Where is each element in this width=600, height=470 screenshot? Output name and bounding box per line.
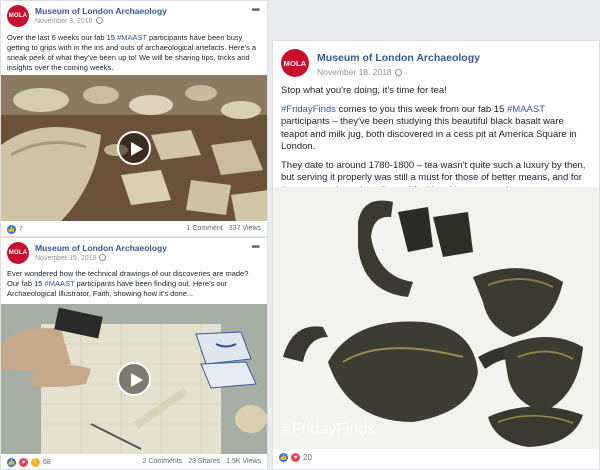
hashtag-link[interactable]: #MAAST	[117, 33, 147, 42]
post-date[interactable]: November 3, 2018	[35, 17, 103, 25]
post-footer: 👍 ♥ ! 68 2 Comments 23 Shares 1.5K Views	[7, 458, 261, 469]
reactions-count[interactable]: 7	[19, 226, 23, 233]
post-footer: 👍 7 1 Comment 337 Views	[7, 225, 261, 236]
basalt-teapot-sherds-image	[273, 187, 599, 449]
more-options-icon[interactable]: •••	[251, 242, 259, 253]
teapot-image[interactable]: #FridayFinds	[273, 187, 599, 449]
post-footer: 👍 ♥ 20	[279, 453, 593, 465]
hashtag-fridayfinds-link[interactable]: #FridayFinds	[281, 104, 336, 115]
views-count: 1.5K Views	[226, 458, 261, 465]
post-friday-finds-tea: MOLA Museum of London Archaeology Novemb…	[272, 40, 600, 470]
hashtag-maast-link[interactable]: #MAAST	[507, 104, 545, 115]
post-text: Over the last 6 weeks our fab 15 #MAAST …	[7, 33, 257, 72]
post-date[interactable]: November 18, 2018	[317, 67, 402, 77]
video-thumbnail[interactable]	[1, 75, 267, 221]
comments-count[interactable]: 2 Comments	[143, 458, 183, 465]
globe-icon	[394, 69, 402, 76]
post-header: MOLA Museum of London Archaeology Novemb…	[281, 49, 595, 85]
shares-count[interactable]: 23 Shares	[188, 458, 220, 465]
wow-icon: !	[31, 458, 40, 467]
more-options-icon[interactable]: •••	[251, 5, 259, 16]
love-icon: ♥	[19, 458, 28, 467]
page-avatar[interactable]: MOLA	[7, 5, 29, 27]
globe-icon	[95, 17, 103, 24]
globe-icon	[99, 254, 107, 261]
post-header: MOLA Museum of London Archaeology Novemb…	[7, 5, 263, 33]
like-icon: 👍	[7, 458, 16, 467]
page-name-link[interactable]: Museum of London Archaeology	[35, 243, 167, 253]
play-button[interactable]	[117, 362, 151, 396]
post-text: Ever wondered how the technical drawings…	[7, 269, 249, 298]
page-avatar[interactable]: MOLA	[281, 49, 309, 77]
love-icon: ♥	[291, 453, 300, 462]
video-thumbnail[interactable]	[1, 304, 267, 454]
comments-count[interactable]: 1 Comment	[187, 225, 223, 232]
image-caption: #FridayFinds	[283, 421, 376, 438]
post-header: MOLA Museum of London Archaeology Novemb…	[7, 242, 263, 270]
reactions-count[interactable]: 68	[43, 459, 51, 466]
views-count: 337 Views	[228, 225, 261, 232]
play-button[interactable]	[117, 131, 151, 165]
like-icon: 👍	[279, 453, 288, 462]
page-name-link[interactable]: Museum of London Archaeology	[317, 52, 480, 64]
post-maast-artefacts: MOLA Museum of London Archaeology Novemb…	[0, 0, 268, 237]
like-icon: 👍	[7, 225, 16, 234]
hashtag-link[interactable]: #MAAST	[45, 279, 75, 288]
post-technical-drawings: MOLA Museum of London Archaeology Novemb…	[0, 237, 268, 470]
reactions-count[interactable]: 20	[303, 453, 312, 462]
page-name-link[interactable]: Museum of London Archaeology	[35, 6, 167, 16]
post-date[interactable]: November 15, 2018	[35, 254, 107, 262]
post-intro: Stop what you're doing, it's time for te…	[281, 85, 447, 96]
page-avatar[interactable]: MOLA	[7, 242, 29, 264]
post-text: Stop what you're doing, it's time for te…	[281, 85, 591, 197]
